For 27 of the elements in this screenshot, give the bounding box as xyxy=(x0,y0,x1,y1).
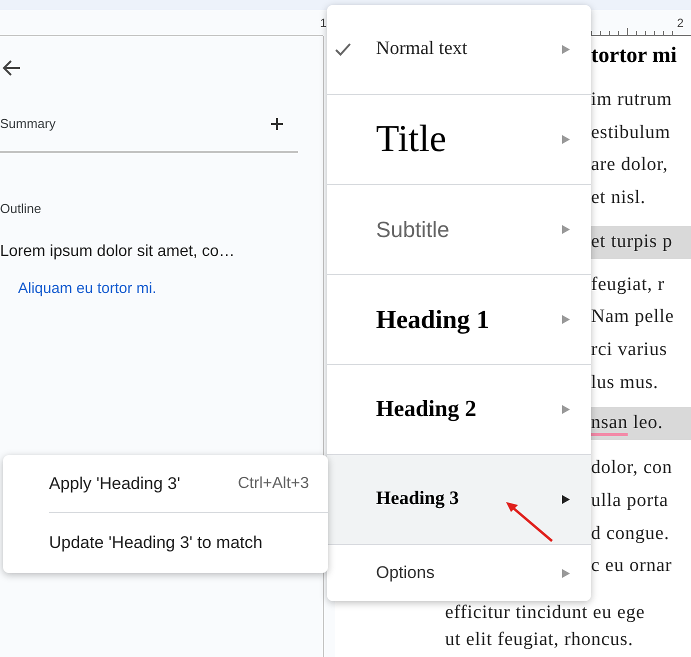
submenu-arrow-icon xyxy=(562,225,570,234)
outline-item[interactable]: Lorem ipsum dolor sit amet, co… xyxy=(0,240,235,264)
submenu-arrow-icon xyxy=(562,45,570,54)
submenu-arrow-icon xyxy=(562,135,570,144)
ruler-number: 1 xyxy=(320,15,327,32)
check-icon xyxy=(335,42,351,56)
add-icon[interactable] xyxy=(269,116,285,132)
submenu-arrow-icon xyxy=(562,495,570,504)
style-menu-item[interactable]: Options xyxy=(327,545,591,601)
style-menu-item[interactable]: Heading 1 xyxy=(327,275,591,365)
submenu-arrow-icon xyxy=(562,568,570,578)
style-menu-item[interactable]: Heading 2 xyxy=(327,365,591,455)
summary-label: Summary xyxy=(0,115,56,133)
style-menu-item[interactable]: Title xyxy=(327,95,591,185)
document-heading: tortor mi xyxy=(591,41,677,69)
submenu-item[interactable]: Update 'Heading 3' to match xyxy=(49,513,328,573)
submenu-item[interactable]: Apply 'Heading 3' Ctrl+Alt+3 xyxy=(49,455,328,513)
outline-label: Outline xyxy=(0,200,42,218)
style-menu-item[interactable]: Subtitle xyxy=(327,185,591,275)
pointer-arrow xyxy=(503,500,555,544)
style-menu-item[interactable]: Normal text xyxy=(327,5,591,95)
ruler-number: 2 xyxy=(677,15,684,32)
submenu-arrow-icon xyxy=(562,315,570,324)
shortcut-label: Ctrl+Alt+3 xyxy=(238,474,309,494)
outline-item[interactable]: Aliquam eu tortor mi. xyxy=(18,278,156,300)
style-menu-item[interactable]: Heading 3 xyxy=(327,455,591,545)
submenu-arrow-icon xyxy=(562,405,570,414)
